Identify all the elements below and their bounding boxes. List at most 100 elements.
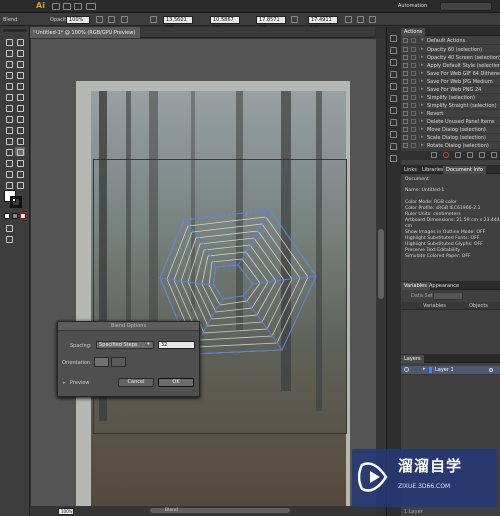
symbols-panel-icon[interactable] bbox=[390, 71, 397, 78]
artboard-tool-icon[interactable] bbox=[4, 169, 14, 178]
action-row[interactable]: ▸ Revert bbox=[401, 110, 500, 118]
arrange-documents-icon[interactable] bbox=[74, 3, 82, 10]
document-tab[interactable]: × Untitled-1* @ 100% (RGB/GPU Preview) bbox=[30, 27, 140, 38]
action-check[interactable] bbox=[403, 79, 408, 84]
action-row[interactable]: ▸ Apply Default Style (selection) bbox=[401, 62, 500, 70]
action-check[interactable] bbox=[403, 119, 408, 124]
delete-action-icon[interactable] bbox=[491, 152, 497, 158]
tab-layers[interactable]: Layers bbox=[401, 355, 424, 363]
tab-links[interactable]: Links bbox=[401, 166, 420, 174]
brushes-panel-icon[interactable] bbox=[390, 59, 397, 66]
paintbrush-tool-icon[interactable] bbox=[15, 81, 25, 90]
vertical-scrollbar[interactable] bbox=[376, 39, 386, 506]
recolor-icon[interactable] bbox=[96, 16, 103, 23]
collapse-triangle-icon[interactable]: ▸ bbox=[421, 62, 424, 68]
y-field[interactable]: 10.5867 cm bbox=[210, 16, 240, 30]
draw-mode-icon[interactable] bbox=[4, 223, 14, 232]
shaper-tool-icon[interactable] bbox=[4, 92, 14, 101]
action-dialog-toggle[interactable] bbox=[411, 119, 416, 124]
rectangle-tool-icon[interactable] bbox=[4, 81, 14, 90]
ok-button[interactable]: OK bbox=[158, 378, 194, 387]
symbol-sprayer-tool-icon[interactable] bbox=[4, 158, 14, 167]
new-action-icon[interactable] bbox=[479, 152, 485, 158]
action-dialog-toggle[interactable] bbox=[411, 87, 416, 92]
action-row[interactable]: ▸ Opacity 40 Screen (selection) bbox=[401, 54, 500, 62]
color-panel-icon[interactable] bbox=[390, 35, 397, 42]
transparency-panel-icon[interactable] bbox=[390, 107, 397, 114]
warp-tool-icon[interactable] bbox=[15, 114, 25, 123]
record-icon[interactable] bbox=[443, 152, 449, 158]
stock-icon[interactable] bbox=[63, 3, 71, 10]
layer-target-icon[interactable] bbox=[489, 368, 493, 372]
action-dialog-toggle[interactable] bbox=[411, 63, 416, 68]
gradient-panel-icon[interactable] bbox=[390, 95, 397, 102]
rotate-tool-icon[interactable] bbox=[15, 103, 25, 112]
collapse-triangle-icon[interactable]: ▸ bbox=[421, 142, 424, 148]
action-check[interactable] bbox=[403, 135, 408, 140]
scale-tool-icon[interactable] bbox=[4, 114, 14, 123]
action-row[interactable]: ▸ Save For Web PNG 24 bbox=[401, 86, 500, 94]
opacity-field[interactable]: 100% bbox=[66, 16, 90, 24]
swatches-panel-icon[interactable] bbox=[390, 47, 397, 54]
stroke-swatch[interactable] bbox=[10, 196, 22, 208]
gpu-performance-icon[interactable] bbox=[86, 3, 96, 10]
action-check[interactable] bbox=[403, 55, 408, 60]
collapse-triangle-icon[interactable]: ▸ bbox=[421, 102, 424, 108]
line-tool-icon[interactable] bbox=[15, 70, 25, 79]
action-dialog-toggle[interactable] bbox=[411, 95, 416, 100]
cancel-button[interactable]: Cancel bbox=[118, 378, 154, 387]
collapse-triangle-icon[interactable]: ▸ bbox=[421, 78, 424, 84]
collapse-triangle-icon[interactable]: ▸ bbox=[421, 54, 424, 60]
action-row[interactable]: ▸ Scale Dialog (selection) bbox=[401, 134, 500, 142]
free-transform-tool-icon[interactable] bbox=[4, 125, 14, 134]
action-dialog-toggle[interactable] bbox=[411, 103, 416, 108]
action-set-check[interactable] bbox=[403, 38, 408, 43]
tab-document-info[interactable]: Document Info bbox=[443, 166, 486, 174]
collapse-triangle-icon[interactable]: ▸ bbox=[421, 46, 424, 52]
action-check[interactable] bbox=[403, 143, 408, 148]
blend-tool-icon[interactable] bbox=[15, 147, 25, 156]
action-row[interactable]: ▸ Move Dialog (selection) bbox=[401, 126, 500, 134]
constrain-proportions-icon[interactable] bbox=[291, 16, 298, 23]
action-check[interactable] bbox=[403, 111, 408, 116]
tab-actions[interactable]: Actions bbox=[401, 28, 426, 36]
new-action-set-icon[interactable] bbox=[467, 152, 473, 158]
selection-tool-icon[interactable] bbox=[4, 37, 14, 46]
bridge-icon[interactable] bbox=[52, 3, 60, 10]
column-graph-tool-icon[interactable] bbox=[15, 158, 25, 167]
action-check[interactable] bbox=[403, 71, 408, 76]
collapse-triangle-icon[interactable]: ▸ bbox=[421, 118, 424, 124]
action-check[interactable] bbox=[403, 103, 408, 108]
action-dialog-toggle[interactable] bbox=[411, 127, 416, 132]
action-row[interactable]: ▸ Opacity 60 (selection) bbox=[401, 46, 500, 54]
height-field[interactable]: 17.4911 cm bbox=[308, 16, 338, 30]
direct-selection-tool-icon[interactable] bbox=[15, 37, 25, 46]
workspace-switcher[interactable]: Automation bbox=[398, 3, 427, 9]
shape-builder-tool-icon[interactable] bbox=[15, 125, 25, 134]
layer-visibility-icon[interactable] bbox=[404, 367, 409, 372]
pen-tool-icon[interactable] bbox=[4, 59, 14, 68]
layer-name[interactable]: Layer 1 bbox=[435, 366, 454, 374]
action-check[interactable] bbox=[403, 87, 408, 92]
preview-checkbox-icon[interactable]: ▸ bbox=[63, 380, 66, 386]
expand-triangle-icon[interactable]: ▾ bbox=[421, 37, 424, 43]
action-row[interactable]: ▸ Rotate Dialog (selection) bbox=[401, 142, 500, 150]
action-row[interactable]: ▸ Delete Unused Panel Items bbox=[401, 118, 500, 126]
reference-point-icon[interactable] bbox=[150, 16, 157, 23]
magic-wand-tool-icon[interactable] bbox=[4, 48, 14, 57]
collapse-triangle-icon[interactable]: ▸ bbox=[421, 126, 424, 132]
action-dialog-toggle[interactable] bbox=[411, 55, 416, 60]
data-set-field[interactable] bbox=[433, 292, 463, 300]
isolate-icon[interactable] bbox=[357, 16, 364, 23]
align-to-path-icon[interactable] bbox=[111, 357, 126, 367]
slice-tool-icon[interactable] bbox=[15, 169, 25, 178]
action-dialog-toggle[interactable] bbox=[411, 135, 416, 140]
transform-icon[interactable] bbox=[121, 16, 128, 23]
spacing-select[interactable]: Specified Steps bbox=[96, 341, 154, 349]
gradient-mode-icon[interactable] bbox=[12, 213, 18, 219]
layers-panel-icon[interactable] bbox=[390, 143, 397, 150]
artboards-panel-icon[interactable] bbox=[390, 155, 397, 162]
mesh-tool-icon[interactable] bbox=[15, 136, 25, 145]
layer-row[interactable]: ▸ Layer 1 bbox=[401, 366, 500, 375]
zoom-field[interactable]: 100% bbox=[58, 508, 74, 515]
